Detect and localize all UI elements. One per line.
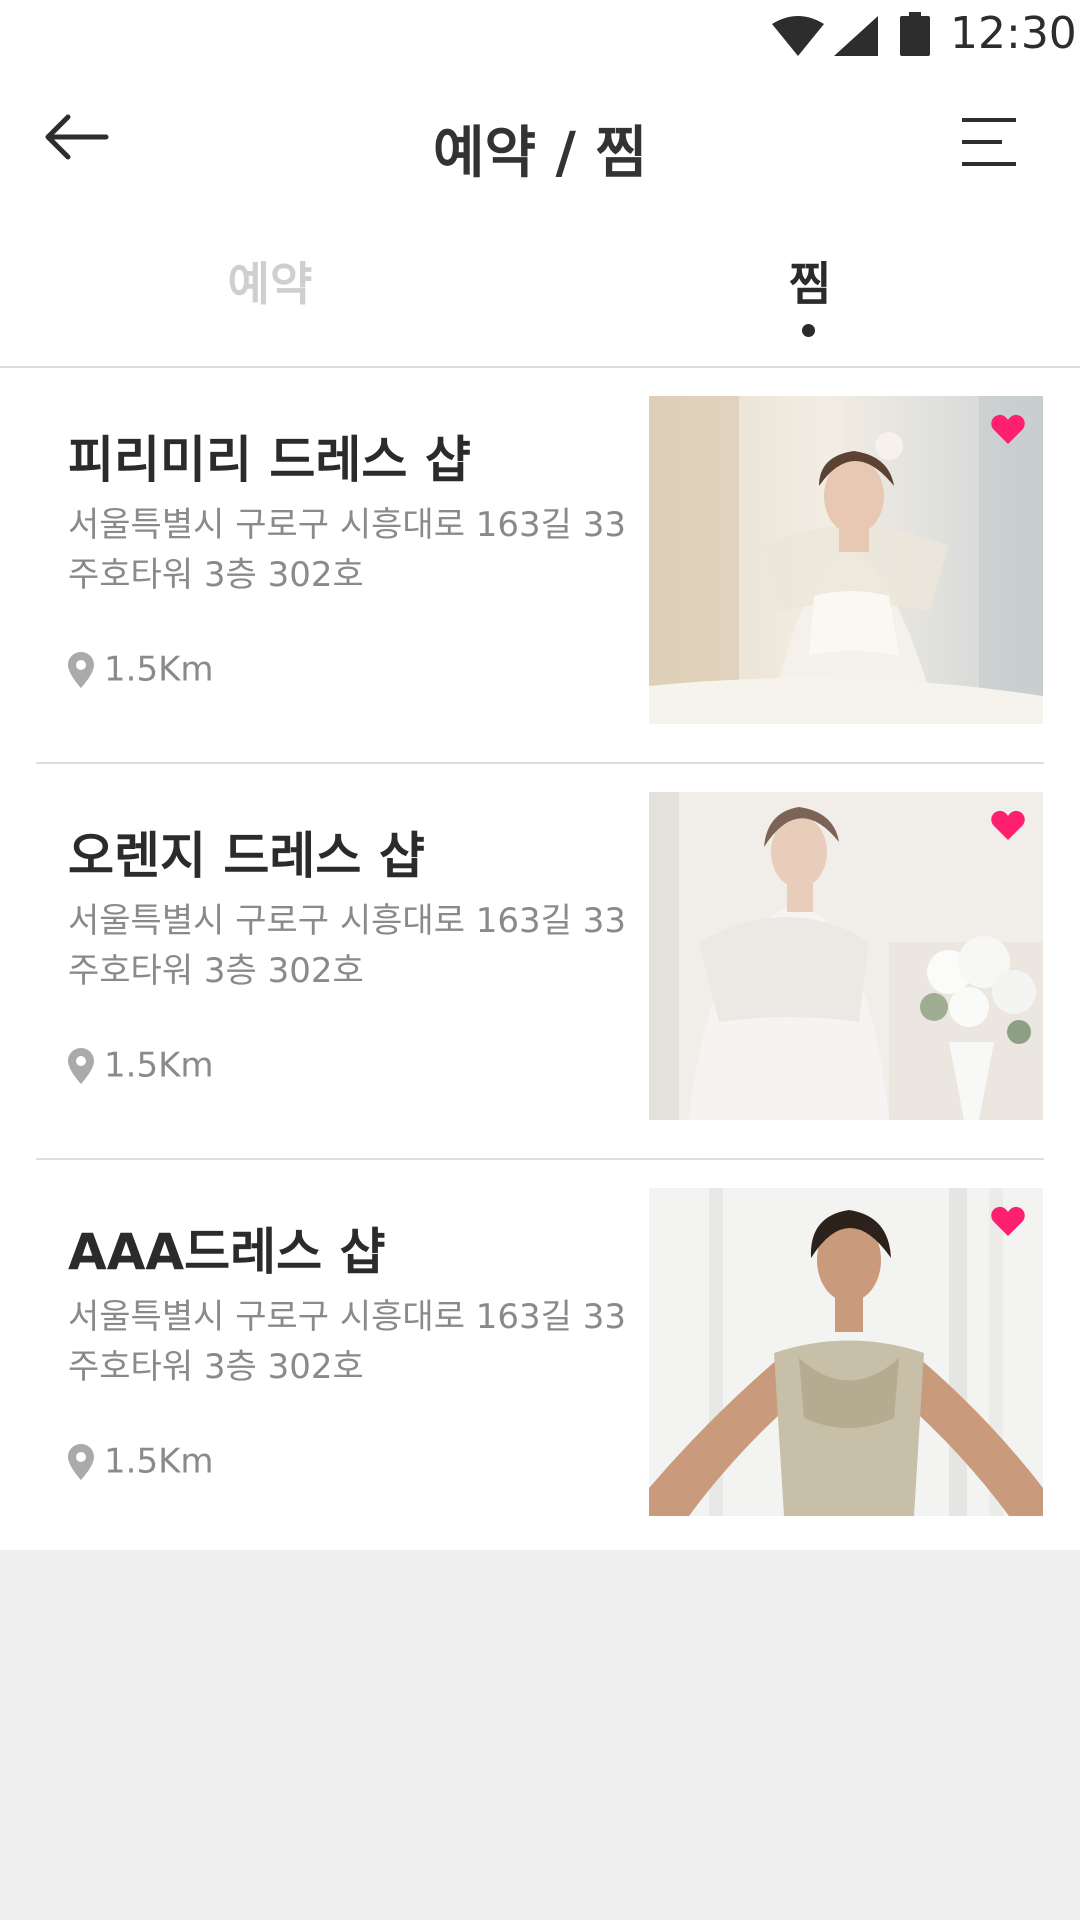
distance: 1.5Km <box>68 1044 214 1086</box>
address-line: 주호타워 3층 302호 <box>68 1347 364 1387</box>
shop-list: 피리미리 드레스 샵 서울특별시 구로구 시흥대로 163길 33 주호타워 3… <box>0 368 1080 1556</box>
shop-address: 서울특별시 구로구 시흥대로 163길 33 주호타워 3층 302호 <box>68 896 628 996</box>
bride-photo-image <box>649 396 1043 724</box>
active-tab-indicator <box>802 324 815 337</box>
distance-value: 1.5Km <box>104 1045 214 1086</box>
location-pin-icon <box>68 1443 94 1480</box>
screen: 12:30 예약 / 찜 예약 찜 피리미리 드레스 샵 서울특별시 구로구 시… <box>0 0 1080 1920</box>
wifi-icon <box>772 16 824 56</box>
location-pin-icon <box>68 651 94 688</box>
shop-name: 오렌지 드레스 샵 <box>68 827 425 885</box>
list-item[interactable]: 오렌지 드레스 샵 서울특별시 구로구 시흥대로 163길 33 주호타워 3층… <box>0 764 1080 1160</box>
distance: 1.5Km <box>68 648 214 690</box>
tab-bar: 예약 찜 <box>0 222 1080 368</box>
bride-photo-image <box>649 792 1043 1120</box>
tab-favorites[interactable]: 찜 <box>540 248 1080 314</box>
address-line: 주호타워 3층 302호 <box>68 555 364 595</box>
bride-photo-image <box>649 1188 1043 1516</box>
battery-icon <box>900 12 930 56</box>
tab-reservation[interactable]: 예약 <box>0 248 540 314</box>
list-item[interactable]: 피리미리 드레스 샵 서울특별시 구로구 시흥대로 163길 33 주호타워 3… <box>0 368 1080 764</box>
distance-value: 1.5Km <box>104 649 214 690</box>
address-line: 주호타워 3층 302호 <box>68 951 364 991</box>
shop-photo[interactable] <box>649 1188 1043 1516</box>
address-line: 서울특별시 구로구 시흥대로 163길 33 <box>68 1297 627 1337</box>
page-title: 예약 / 찜 <box>432 121 647 186</box>
heart-icon[interactable] <box>991 810 1025 840</box>
distance: 1.5Km <box>68 1440 214 1482</box>
shop-name: 피리미리 드레스 샵 <box>68 431 471 489</box>
address-line: 서울특별시 구로구 시흥대로 163길 33 <box>68 505 627 545</box>
shop-photo[interactable] <box>649 792 1043 1120</box>
distance-value: 1.5Km <box>104 1441 214 1482</box>
shop-address: 서울특별시 구로구 시흥대로 163길 33 주호타워 3층 302호 <box>68 1292 628 1392</box>
shop-name: AAA드레스 샵 <box>68 1223 386 1281</box>
app-bar: 예약 / 찜 <box>0 72 1080 222</box>
heart-icon[interactable] <box>991 1206 1025 1236</box>
signal-icon <box>834 16 878 56</box>
menu-button[interactable] <box>960 116 1030 176</box>
location-pin-icon <box>68 1047 94 1084</box>
address-line: 서울특별시 구로구 시흥대로 163길 33 <box>68 901 627 941</box>
list-item[interactable]: AAA드레스 샵 서울특별시 구로구 시흥대로 163길 33 주호타워 3층 … <box>0 1160 1080 1556</box>
status-bar: 12:30 <box>0 0 1080 72</box>
heart-icon[interactable] <box>991 414 1025 444</box>
menu-icon <box>962 118 1016 166</box>
status-time: 12:30 <box>950 8 1077 59</box>
shop-photo[interactable] <box>649 396 1043 724</box>
shop-address: 서울특별시 구로구 시흥대로 163길 33 주호타워 3층 302호 <box>68 500 628 600</box>
